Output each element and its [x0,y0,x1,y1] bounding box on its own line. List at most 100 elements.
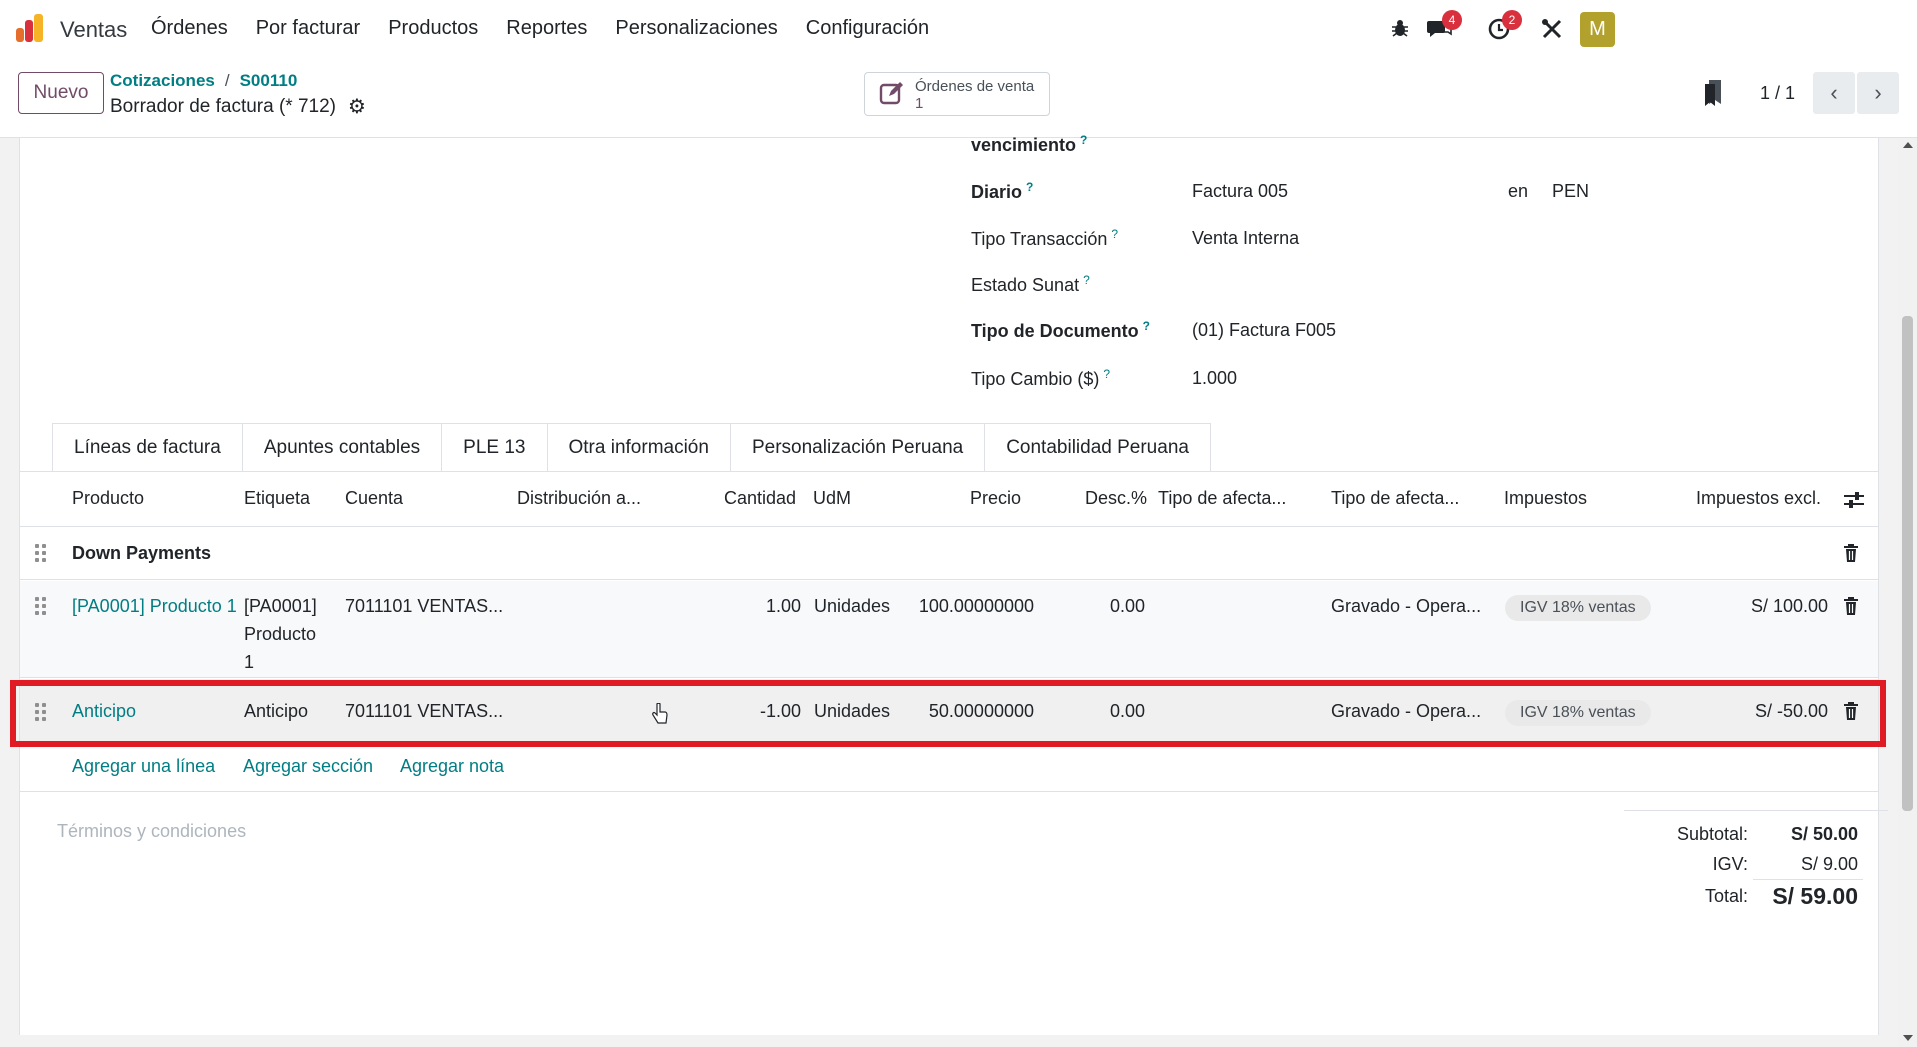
affect-type-cell[interactable]: Gravado - Opera... [1331,701,1481,722]
tab-lineas-factura[interactable]: Líneas de factura [52,423,243,472]
menu-item-ordenes[interactable]: Órdenes [151,17,228,40]
sale-orders-smart-button[interactable]: Órdenes de venta 1 [864,72,1050,116]
add-line-link[interactable]: Agregar una línea [72,756,215,777]
tab-otra-informacion[interactable]: Otra información [546,423,731,472]
account-cell[interactable]: 7011101 VENTAS... [345,701,503,722]
affect-type-cell[interactable]: Gravado - Opera... [1331,596,1481,617]
column-header[interactable]: Cuenta [345,488,403,509]
help-icon[interactable]: ? [1103,367,1110,381]
tipo-documento-field[interactable]: (01) Factura F005 [1192,320,1336,341]
column-header[interactable]: Producto [72,488,144,509]
sales-app-icon[interactable] [16,14,46,42]
column-header[interactable]: Precio [970,488,1021,509]
pager-previous-button[interactable]: ‹ [1813,72,1855,114]
column-header[interactable]: Tipo de afecta... [1331,488,1459,509]
drag-handle-icon[interactable] [34,597,48,617]
scroll-up-arrow-icon[interactable] [1903,142,1913,148]
optional-columns-icon[interactable] [1844,491,1864,509]
add-note-link[interactable]: Agregar nota [400,756,504,777]
trash-icon[interactable] [1843,597,1859,615]
messages-badge: 4 [1442,10,1462,30]
label-cell-line[interactable]: Producto [244,624,316,645]
pointer-cursor-icon [652,703,668,724]
trash-icon[interactable] [1843,702,1859,720]
tax-tag[interactable]: IGV 18% ventas [1505,595,1651,621]
column-header[interactable]: Desc.% [1085,488,1147,509]
uom-cell[interactable]: Unidades [814,701,890,722]
label-cell-line[interactable]: [PA0001] [244,596,317,617]
table-row[interactable]: Anticipo Anticipo 7011101 VENTAS... -1.0… [20,679,1878,744]
field-label-estado-sunat: Estado Sunat? [971,273,1090,295]
menu-item-por-facturar[interactable]: Por facturar [256,17,360,40]
pager-next-button[interactable]: › [1857,72,1899,114]
quantity-cell[interactable]: -1.00 [741,701,801,722]
discount-cell[interactable]: 0.00 [1070,701,1145,722]
bug-icon[interactable] [1385,14,1415,44]
control-panel: Nuevo Cotizaciones / S00110 Borrador de … [0,58,1917,138]
help-icon[interactable]: ? [1083,273,1090,287]
column-header[interactable]: Cantidad [724,488,796,509]
menu-item-personalizaciones[interactable]: Personalizaciones [615,17,777,40]
pager-value[interactable]: 1 / 1 [1760,83,1795,104]
tab-ple-13[interactable]: PLE 13 [441,423,548,472]
tools-icon[interactable] [1537,14,1567,44]
user-avatar[interactable]: M [1580,12,1615,47]
section-label[interactable]: Down Payments [72,543,211,564]
tab-apuntes-contables[interactable]: Apuntes contables [241,423,443,472]
help-icon[interactable]: ? [1026,180,1033,194]
currency-label: en [1508,181,1529,201]
drag-handle-icon[interactable] [34,544,48,564]
product-cell[interactable]: Anticipo [72,701,136,722]
column-header[interactable]: Impuestos excl. [1696,488,1821,509]
menu-item-productos[interactable]: Productos [388,17,478,40]
menu-item-reportes[interactable]: Reportes [506,17,587,40]
main-menu: Órdenes Por facturar Productos Reportes … [151,17,957,40]
scroll-down-arrow-icon[interactable] [1903,1035,1913,1041]
terms-conditions-input[interactable]: Términos y condiciones [57,821,246,842]
add-section-link[interactable]: Agregar sección [243,756,373,777]
table-row[interactable]: [PA0001] Producto 1 [PA0001] Producto 1 … [20,581,1878,678]
scroll-thumb[interactable] [1902,316,1913,811]
tax-value: S/ 9.00 [1800,854,1858,874]
tab-personalizacion-peruana[interactable]: Personalización Peruana [729,423,986,472]
breadcrumb-order[interactable]: S00110 [240,71,298,91]
quantity-cell[interactable]: 1.00 [741,596,801,617]
tipo-transaccion-field[interactable]: Venta Interna [1192,228,1299,249]
diario-field[interactable]: Factura 005 [1192,181,1288,202]
column-header[interactable]: Etiqueta [244,488,310,509]
price-cell[interactable]: 50.00000000 [900,701,1034,722]
new-button[interactable]: Nuevo [18,72,104,114]
tipo-cambio-field[interactable]: 1.000 [1192,368,1237,389]
column-header[interactable]: UdM [813,488,851,509]
help-icon[interactable]: ? [1080,133,1087,147]
product-cell[interactable]: [PA0001] Producto 1 [72,596,238,617]
breadcrumb-cotizaciones[interactable]: Cotizaciones [110,71,215,91]
label-cell-line[interactable]: 1 [244,652,254,673]
subtotal-value: S/ 50.00 [1790,824,1858,844]
gear-icon[interactable]: ⚙ [348,94,366,119]
tax-tag[interactable]: IGV 18% ventas [1505,700,1651,726]
discount-cell[interactable]: 0.00 [1070,596,1145,617]
chat-icon[interactable]: 4 [1424,10,1462,44]
label-cell-line[interactable]: Anticipo [244,701,308,722]
section-row[interactable]: Down Payments [20,528,1878,580]
app-name[interactable]: Ventas [60,17,127,43]
scrollbar[interactable] [1898,138,1917,1047]
help-icon[interactable]: ? [1143,319,1150,333]
column-header[interactable]: Distribución a... [517,488,641,509]
price-cell[interactable]: 100.00000000 [900,596,1034,617]
form-sheet: vencimiento? Diario? Factura 005 en PEN … [19,133,1888,1035]
menu-item-configuracion[interactable]: Configuración [806,17,929,40]
uom-cell[interactable]: Unidades [814,596,890,617]
currency-field[interactable]: PEN [1552,181,1589,202]
tab-contabilidad-peruana[interactable]: Contabilidad Peruana [984,423,1211,472]
trash-icon[interactable] [1843,544,1859,562]
bookmark-icon[interactable] [1703,80,1723,106]
help-icon[interactable]: ? [1111,227,1118,241]
column-header[interactable]: Tipo de afecta... [1158,488,1286,509]
account-cell[interactable]: 7011101 VENTAS... [345,596,503,617]
record-title-wrap: Borrador de factura (* 712) ⚙ [110,94,366,119]
drag-handle-icon[interactable] [34,703,48,723]
activities-clock-icon[interactable]: 2 [1484,10,1522,44]
column-header[interactable]: Impuestos [1504,488,1587,509]
